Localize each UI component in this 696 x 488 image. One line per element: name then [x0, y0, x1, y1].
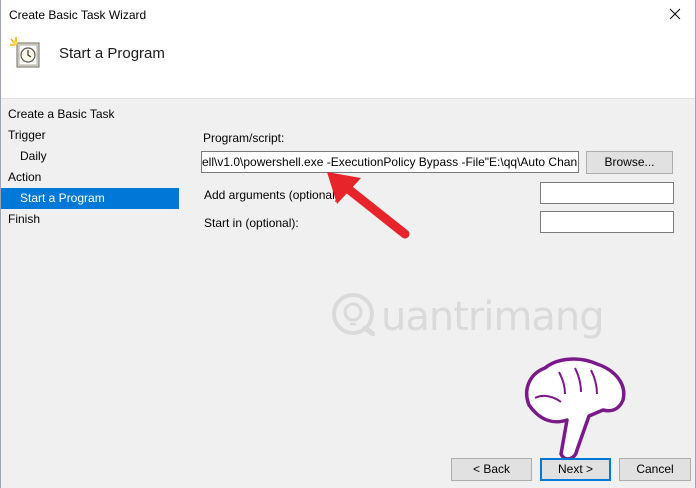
red-arrow-annotation: [327, 172, 410, 239]
start-in-label: Start in (optional):: [204, 216, 299, 230]
wizard-steps: Create a Basic Task Trigger Daily Action…: [1, 104, 186, 230]
back-button[interactable]: < Back: [451, 458, 532, 481]
step-create-basic-task: Create a Basic Task: [8, 107, 115, 121]
page-title: Start a Program: [59, 45, 165, 62]
wizard-window: Create Basic Task Wizard Start a Program…: [0, 0, 696, 488]
start-in-input[interactable]: [540, 211, 674, 233]
task-scheduler-clock-icon: [9, 36, 43, 70]
cancel-button[interactable]: Cancel: [619, 458, 691, 481]
watermark-text: uantrimang: [381, 294, 605, 340]
title-bar: Create Basic Task Wizard: [1, 0, 695, 31]
step-trigger: Trigger: [8, 128, 46, 142]
watermark-logo-icon: [332, 293, 375, 336]
wizard-header: Start a Program: [1, 31, 695, 99]
step-daily: Daily: [20, 149, 47, 163]
browse-button[interactable]: Browse...: [586, 151, 673, 174]
wizard-footer: < Back Next > Cancel: [1, 449, 695, 488]
add-arguments-input[interactable]: [540, 182, 674, 204]
window-title: Create Basic Task Wizard: [9, 8, 147, 22]
step-finish: Finish: [8, 212, 41, 226]
next-button[interactable]: Next >: [540, 458, 611, 481]
close-icon[interactable]: [667, 6, 683, 22]
step-action: Action: [8, 170, 42, 184]
step-start-a-program: Start a Program: [1, 188, 179, 209]
program-script-label: Program/script:: [203, 131, 285, 145]
watermark: uantrimang: [331, 292, 611, 352]
pointing-hand-icon: [524, 357, 626, 461]
